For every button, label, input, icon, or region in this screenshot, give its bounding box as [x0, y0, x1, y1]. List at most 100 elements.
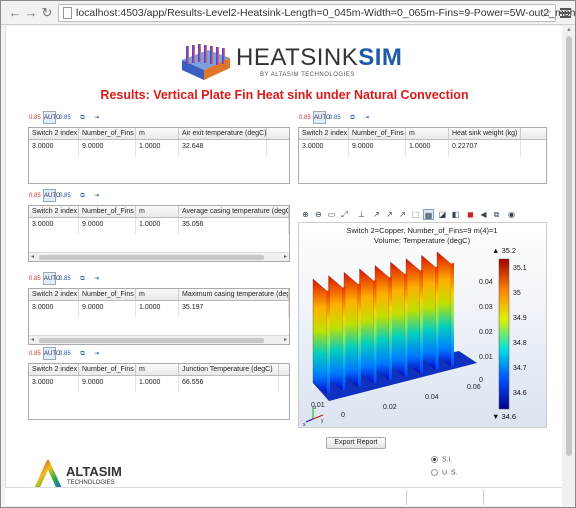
zoom-box-icon[interactable]: ▭: [326, 209, 337, 220]
scrollbar-thumb[interactable]: [39, 338, 264, 343]
plot-graphics[interactable]: Switch 2=Copper, Number_of_Fins=9 m(4)=1…: [298, 222, 547, 428]
heatsink-3d-plot[interactable]: Switch 2=Copper, Number_of_Fins=9 m(4)=1…: [299, 223, 546, 428]
table-row[interactable]: 3.0000 9.0000 1.0000 35.197: [29, 301, 289, 317]
zoom-in-icon[interactable]: ⊕: [300, 209, 311, 220]
scrollbar-thumb[interactable]: [566, 36, 572, 456]
full-precision-button[interactable]: 0.85: [298, 111, 311, 124]
auto-precision-button[interactable]: AUTO: [43, 272, 61, 285]
column-header[interactable]: Maximum casing temperature (degC): [179, 289, 289, 300]
table-cell: 3.0000: [29, 376, 79, 392]
column-header[interactable]: Number_of_Fins: [79, 206, 136, 217]
full-precision-button[interactable]: 0.85: [28, 189, 41, 202]
browser-window: ← → ↻ localhost:4503/app/Results-Level2-…: [0, 0, 576, 508]
export-table-icon[interactable]: ⇥: [90, 272, 103, 285]
scientific-notation-button[interactable]: 0.85: [328, 111, 341, 124]
axis-orientation-icon[interactable]: ⊥: [356, 209, 367, 220]
view-xy-icon[interactable]: ↗: [371, 209, 382, 220]
full-precision-button[interactable]: 0.85: [28, 347, 41, 360]
column-header[interactable]: Junction Temperature (degC): [179, 364, 279, 375]
scroll-up-icon[interactable]: ▲: [566, 27, 572, 33]
speaker-icon[interactable]: ◀: [478, 209, 489, 220]
scroll-left-icon[interactable]: ◂: [31, 336, 34, 343]
view-3d-icon[interactable]: ⬚: [410, 209, 421, 220]
export-table-icon[interactable]: ⇥: [90, 111, 103, 124]
column-header[interactable]: Switch 2 index: [299, 128, 349, 139]
browser-menu-icon[interactable]: [560, 6, 571, 18]
column-header[interactable]: Heat sink weight (kg): [449, 128, 521, 139]
column-header[interactable]: m: [136, 364, 179, 375]
scene-light-icon[interactable]: ◼: [465, 209, 476, 220]
full-precision-button[interactable]: 0.85: [28, 272, 41, 285]
column-header[interactable]: Switch 2 index: [29, 128, 79, 139]
unit-us-radio[interactable]: U. S.: [431, 469, 458, 476]
copy-table-icon[interactable]: ⧉: [76, 347, 89, 360]
results-table: Switch 2 index Number_of_Fins m Heat sin…: [298, 127, 547, 184]
camera-icon[interactable]: ◉: [506, 209, 517, 220]
reload-icon[interactable]: ↻: [39, 5, 55, 21]
column-header[interactable]: Number_of_Fins: [79, 289, 136, 300]
table-row[interactable]: 3.0000 9.0000 1.0000 66.556: [29, 376, 289, 392]
forward-arrow-icon[interactable]: →: [23, 5, 39, 21]
column-header[interactable]: m: [406, 128, 449, 139]
auto-precision-button[interactable]: AUTO: [43, 189, 61, 202]
column-header[interactable]: Switch 2 index: [29, 364, 79, 375]
table-cell: 66.556: [179, 376, 279, 392]
x-tick-label: 0.02: [383, 404, 397, 411]
bookmark-star-icon[interactable]: ☆: [540, 5, 552, 21]
grid-toggle-icon[interactable]: ▦: [423, 209, 434, 220]
transparency-icon[interactable]: ◪: [437, 209, 448, 220]
column-header[interactable]: Switch 2 index: [29, 289, 79, 300]
column-header[interactable]: Number_of_Fins: [349, 128, 406, 139]
table-cell: 35.197: [179, 301, 289, 317]
export-table-icon[interactable]: ⇥: [90, 347, 103, 360]
column-header[interactable]: m: [136, 206, 179, 217]
zoom-extents-icon[interactable]: ⤢: [339, 209, 350, 220]
auto-precision-button[interactable]: AUTO: [313, 111, 331, 124]
scientific-notation-button[interactable]: 0.85: [58, 347, 71, 360]
copy-table-icon[interactable]: ⧉: [76, 272, 89, 285]
export-table-icon[interactable]: ⇥: [90, 189, 103, 202]
horizontal-scrollbar[interactable]: ◂ ▸: [29, 335, 289, 344]
vertical-scrollbar[interactable]: ▲: [563, 26, 575, 506]
zoom-out-icon[interactable]: ⊖: [313, 209, 324, 220]
address-bar[interactable]: localhost:4503/app/Results-Level2-Heatsi…: [58, 4, 575, 22]
scientific-notation-button[interactable]: 0.85: [58, 272, 71, 285]
export-table-icon[interactable]: ⇥: [360, 111, 373, 124]
auto-precision-button[interactable]: AUTO: [43, 347, 61, 360]
column-header[interactable]: Number_of_Fins: [79, 128, 136, 139]
column-header[interactable]: Switch 2 index: [29, 206, 79, 217]
results-table: Switch 2 index Number_of_Fins m Air exit…: [28, 127, 290, 184]
scroll-right-icon[interactable]: ▸: [284, 253, 287, 260]
table-row[interactable]: 3.0000 9.0000 1.0000 32.648: [29, 140, 289, 156]
view-zx-icon[interactable]: ↗: [397, 209, 408, 220]
table-row[interactable]: 3.0000 9.0000 1.0000 0.22707: [299, 140, 546, 156]
column-header[interactable]: Average casing temperature (degC): [179, 206, 289, 217]
export-report-button[interactable]: Export Report: [326, 437, 386, 449]
column-header[interactable]: Air exit temperature (degC): [179, 128, 267, 139]
copy-table-icon[interactable]: ⧉: [76, 111, 89, 124]
full-precision-button[interactable]: 0.85: [28, 111, 41, 124]
table-row[interactable]: 3.0000 9.0000 1.0000 35.056: [29, 218, 289, 234]
heatsink-fin-face: [328, 275, 343, 391]
copy-table-icon[interactable]: ⧉: [76, 189, 89, 202]
view-yz-icon[interactable]: ↗: [384, 209, 395, 220]
copy-image-icon[interactable]: ⧉: [491, 209, 502, 220]
scientific-notation-button[interactable]: 0.85: [58, 111, 71, 124]
scroll-left-icon[interactable]: ◂: [31, 253, 34, 260]
table-cell: 35.056: [179, 218, 289, 234]
scroll-right-icon[interactable]: ▸: [284, 336, 287, 343]
column-header[interactable]: Number_of_Fins: [79, 364, 136, 375]
wireframe-icon[interactable]: ◧: [450, 209, 461, 220]
horizontal-scrollbar[interactable]: ◂ ▸: [29, 252, 289, 261]
column-header[interactable]: m: [136, 128, 179, 139]
radio-checked-icon[interactable]: [431, 456, 438, 463]
auto-precision-button[interactable]: AUTO: [43, 111, 61, 124]
scientific-notation-button[interactable]: 0.85: [58, 189, 71, 202]
radio-unchecked-icon[interactable]: [431, 469, 438, 476]
table-cell: 3.0000: [29, 301, 79, 317]
copy-table-icon[interactable]: ⧉: [346, 111, 359, 124]
scrollbar-thumb[interactable]: [39, 255, 264, 260]
unit-si-radio[interactable]: S.I.: [431, 456, 453, 463]
back-arrow-icon[interactable]: ←: [7, 5, 23, 21]
column-header[interactable]: m: [136, 289, 179, 300]
